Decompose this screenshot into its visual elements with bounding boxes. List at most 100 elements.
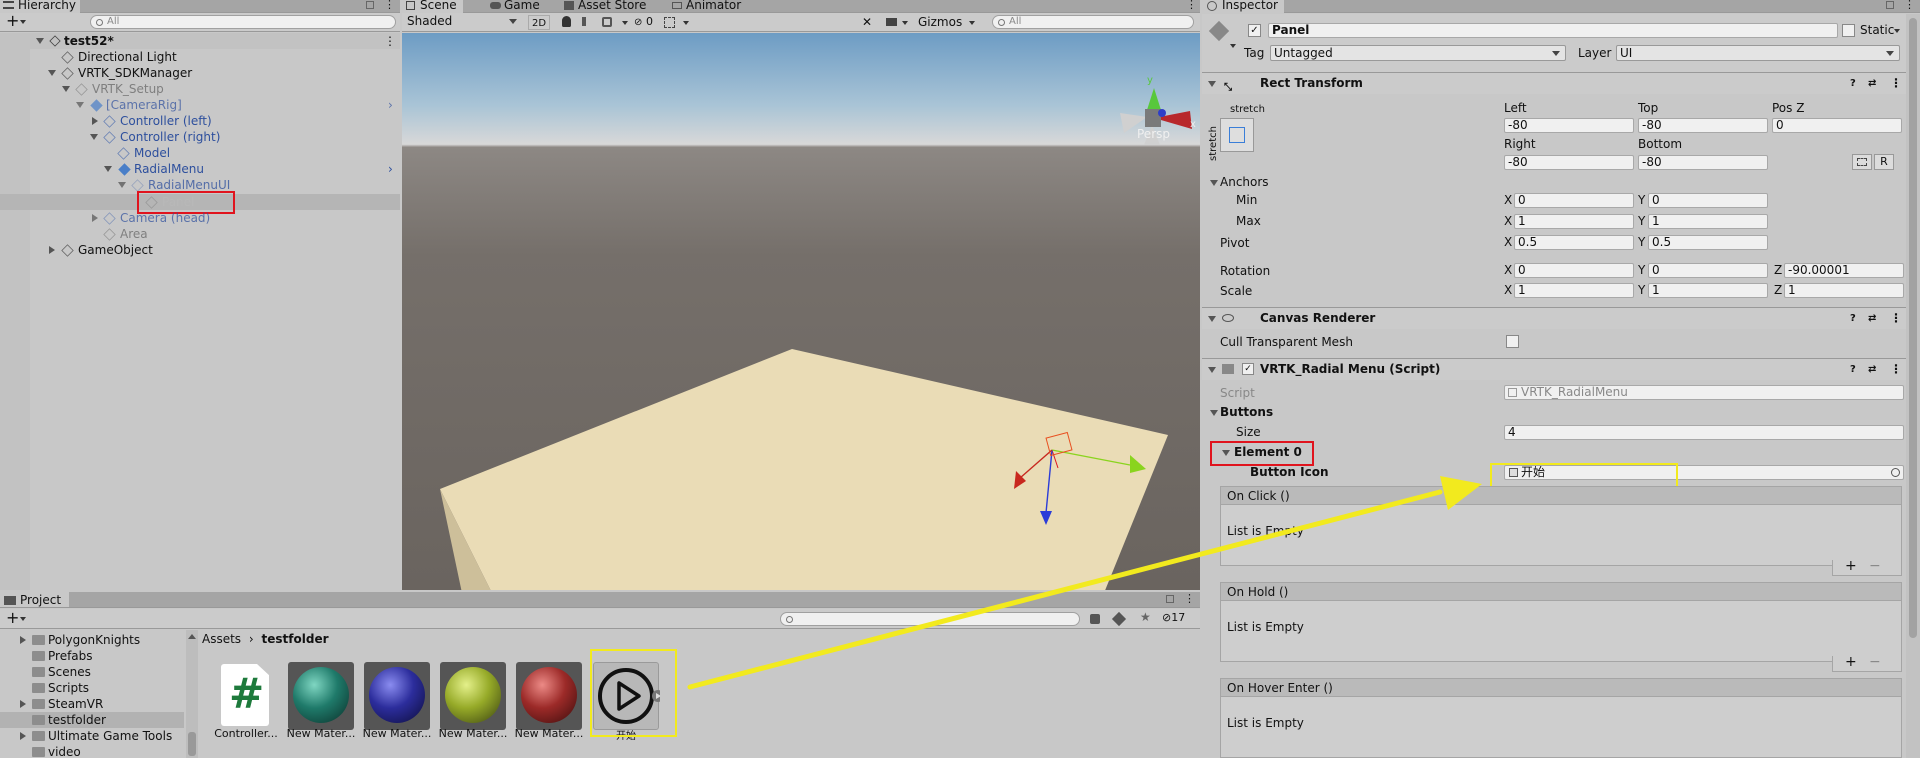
chevron-down-icon[interactable]	[1210, 410, 1218, 416]
anchor-max-y-field[interactable]: 1	[1648, 214, 1768, 229]
chevron-right-icon[interactable]	[92, 117, 98, 125]
hierarchy-item[interactable]: VRTK_SDKManager	[0, 65, 400, 81]
lock-icon[interactable]	[366, 1, 374, 9]
settings-icon[interactable]: ⇄	[1868, 74, 1876, 94]
hierarchy-item[interactable]: Camera (head)	[0, 210, 400, 226]
tab-scene[interactable]: Scene	[402, 0, 463, 13]
raw-edit-button[interactable]: R	[1874, 154, 1894, 170]
chevron-down-icon[interactable]	[1208, 367, 1216, 373]
chevron-down-icon[interactable]	[969, 21, 975, 25]
scale-x-field[interactable]: 1	[1514, 283, 1634, 298]
hierarchy-item[interactable]: Directional Light	[0, 49, 400, 65]
camera-projection-label[interactable]: Persp	[1137, 127, 1170, 141]
more-menu-icon[interactable]: ⋮	[1890, 308, 1902, 328]
camera-icon[interactable]	[886, 18, 897, 26]
radial-menu-header[interactable]: ✓ VRTK_Radial Menu (Script) ? ⇄ ⋮	[1202, 358, 1920, 380]
cull-checkbox[interactable]	[1506, 335, 1519, 348]
scene-more-icon[interactable]: ⋮	[384, 33, 396, 49]
effects-icon[interactable]	[602, 17, 612, 27]
chevron-down-icon[interactable]	[622, 21, 628, 25]
asset-material[interactable]	[440, 662, 506, 730]
add-icon[interactable]: +	[6, 12, 19, 30]
asset-material[interactable]	[364, 662, 430, 730]
chevron-down-icon[interactable]	[104, 166, 112, 172]
help-icon[interactable]: ?	[1850, 309, 1856, 329]
enabled-checkbox[interactable]: ✓	[1242, 363, 1254, 375]
settings-icon[interactable]: ⇄	[1868, 360, 1876, 380]
inspector-scrollbar[interactable]	[1906, 14, 1920, 758]
pivot-x-field[interactable]: 0.5	[1514, 235, 1634, 250]
object-name-input[interactable]: Panel	[1268, 23, 1838, 38]
pivot-y-field[interactable]: 0.5	[1648, 235, 1768, 250]
chevron-right-icon[interactable]: ›	[388, 97, 393, 113]
object-picker-icon[interactable]	[1891, 468, 1900, 477]
rect-transform-header[interactable]: ⤡ Rect Transform ? ⇄ ⋮	[1202, 72, 1920, 94]
hierarchy-item[interactable]: Area	[0, 226, 400, 242]
settings-icon[interactable]: ⇄	[1868, 309, 1876, 329]
chevron-down-icon[interactable]	[1208, 81, 1216, 87]
lock-icon[interactable]	[1886, 1, 1894, 9]
left-field[interactable]: -80	[1504, 118, 1634, 133]
rotation-y-field[interactable]: 0	[1648, 263, 1768, 278]
chevron-down-icon[interactable]	[902, 21, 908, 25]
active-checkbox[interactable]: ✓	[1248, 24, 1261, 37]
chevron-down-icon[interactable]	[1894, 29, 1900, 33]
layer-dropdown[interactable]: UI	[1616, 45, 1900, 61]
add-listener-button[interactable]: +	[1845, 558, 1857, 574]
lighting-icon[interactable]	[562, 16, 571, 27]
visibility-icon[interactable]: ⊘	[634, 17, 642, 28]
size-field[interactable]: 4	[1504, 425, 1904, 440]
more-menu-icon[interactable]: ⋮	[1890, 73, 1902, 93]
scene-row[interactable]: test52* ⋮	[0, 33, 400, 49]
hierarchy-item[interactable]: Model	[0, 145, 400, 161]
chevron-down-icon[interactable]	[36, 38, 44, 44]
canvas-renderer-header[interactable]: Canvas Renderer ? ⇄ ⋮	[1202, 307, 1920, 329]
chevron-down-icon[interactable]	[118, 182, 126, 188]
anchor-min-x-field[interactable]: 0	[1514, 193, 1634, 208]
chevron-down-icon[interactable]	[48, 70, 56, 76]
hierarchy-item[interactable]: [CameraRig] ›	[0, 97, 400, 113]
chevron-down-icon[interactable]	[1210, 180, 1218, 186]
remove-listener-button[interactable]: −	[1869, 558, 1881, 574]
add-dropdown-icon[interactable]	[20, 20, 26, 24]
posz-field[interactable]: 0	[1772, 118, 1902, 133]
asset-script[interactable]: #	[213, 662, 279, 730]
chevron-right-icon[interactable]	[49, 246, 55, 254]
help-icon[interactable]: ?	[1850, 74, 1856, 94]
more-menu-icon[interactable]: ⋮	[1890, 359, 1902, 379]
add-listener-button[interactable]: +	[1845, 654, 1857, 670]
anchor-min-y-field[interactable]: 0	[1648, 193, 1768, 208]
rotation-z-field[interactable]: -90.00001	[1784, 263, 1904, 278]
tab-inspector[interactable]: Inspector	[1202, 0, 1284, 13]
chevron-right-icon[interactable]	[92, 214, 98, 222]
gizmos-button[interactable]: Gizmos	[918, 14, 962, 31]
chevron-right-icon[interactable]: ›	[388, 161, 393, 177]
tag-dropdown[interactable]: Untagged	[1270, 45, 1566, 61]
scale-z-field[interactable]: 1	[1784, 283, 1904, 298]
tab-animator[interactable]: Animator	[670, 0, 741, 13]
hierarchy-item[interactable]: GameObject	[0, 242, 400, 258]
hierarchy-item[interactable]: Controller (left)	[0, 113, 400, 129]
more-menu-icon[interactable]: ⋮	[384, 0, 395, 11]
tools-icon[interactable]: ✕	[862, 15, 872, 29]
grid-icon[interactable]	[664, 17, 675, 28]
more-menu-icon[interactable]: ⋮	[1186, 0, 1197, 11]
tab-game[interactable]: Game	[488, 0, 540, 13]
rotation-x-field[interactable]: 0	[1514, 263, 1634, 278]
mode-2d-button[interactable]: 2D	[528, 15, 550, 30]
blueprint-mode-button[interactable]	[1852, 154, 1872, 170]
more-menu-icon[interactable]: ⋮	[1904, 0, 1915, 11]
hierarchy-item[interactable]: VRTK_Setup	[0, 81, 400, 97]
audio-icon[interactable]	[582, 17, 592, 26]
right-field[interactable]: -80	[1504, 155, 1634, 170]
shading-mode-dropdown[interactable]: Shaded	[404, 14, 522, 30]
asset-material[interactable]	[288, 662, 354, 730]
anchor-preset-button[interactable]: stretch stretch	[1206, 104, 1272, 166]
chevron-down-icon[interactable]	[1208, 316, 1216, 322]
static-checkbox[interactable]	[1842, 24, 1855, 37]
remove-listener-button[interactable]: −	[1869, 654, 1881, 670]
anchor-max-x-field[interactable]: 1	[1514, 214, 1634, 229]
bottom-field[interactable]: -80	[1638, 155, 1768, 170]
asset-material[interactable]	[516, 662, 582, 730]
scene-search-input[interactable]: All	[992, 15, 1194, 29]
